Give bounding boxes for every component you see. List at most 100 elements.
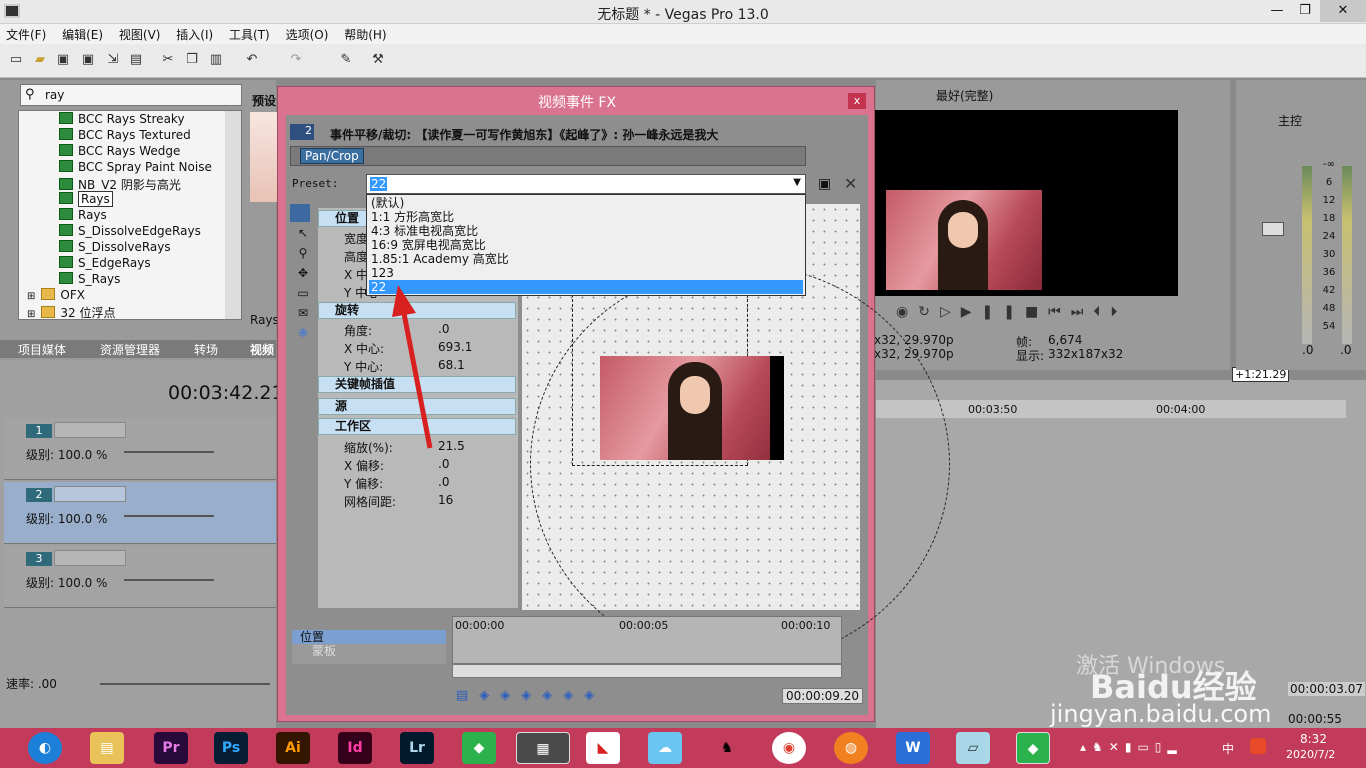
eraser-app-icon[interactable]: ▱ (956, 732, 990, 764)
red-app-icon[interactable]: ◣ (586, 732, 620, 764)
tab-project-media[interactable]: 项目媒体 (18, 341, 66, 358)
track-name-field[interactable] (54, 422, 126, 438)
green-app-2-icon[interactable]: ◆ (1016, 732, 1050, 764)
tray-time[interactable]: 8:32 (1300, 732, 1327, 746)
orange-app-icon[interactable]: ◍ (834, 732, 868, 764)
transport-controls[interactable]: ◉↻▷▶❚❚■⏮⏭⏴⏵ (896, 304, 1127, 320)
preset-option[interactable]: 1:1 方形高宽比 (369, 210, 803, 224)
preset-combobox-value[interactable]: 22 (370, 177, 388, 191)
tree-item[interactable]: NB_V2 阴影与高光 (59, 176, 181, 192)
keyframe-controls[interactable]: ▤◈◈◈◈◈◈ (456, 688, 605, 703)
tools-icon[interactable]: ⚒ (370, 52, 386, 68)
tray-icons[interactable]: ▴♞✕▮▭▯▂ (1080, 740, 1183, 754)
redo-icon[interactable]: ↷ (288, 52, 304, 68)
prop-angle-value[interactable]: .0 (438, 322, 449, 336)
save-as-icon[interactable]: ▣ (80, 52, 96, 68)
track-1[interactable]: 1 级别: 100.0 % (4, 418, 276, 480)
tree-item[interactable]: S_EdgeRays (59, 256, 151, 272)
delete-preset-icon[interactable]: ✕ (844, 174, 857, 193)
tree-item[interactable]: BCC Rays Textured (59, 128, 191, 144)
maximize-button[interactable]: ❐ (1290, 0, 1320, 22)
normal-edit-tool-icon[interactable] (290, 204, 310, 222)
close-button[interactable]: ✕ (1320, 0, 1366, 22)
pan-tool-icon[interactable]: ✥ (290, 266, 316, 286)
tree-item[interactable]: BCC Spray Paint Noise (59, 160, 212, 176)
wps-icon[interactable]: W (896, 732, 930, 764)
tab-explorer[interactable]: 资源管理器 (100, 341, 160, 358)
tree-item[interactable]: S_DissolveEdgeRays (59, 224, 201, 240)
save-icon[interactable]: ▣ (55, 52, 71, 68)
save-preset-icon[interactable]: ▣ (818, 176, 831, 192)
rate-slider[interactable] (100, 683, 270, 685)
tree-item-selected[interactable]: Rays (59, 191, 113, 208)
tree-item[interactable]: Rays (59, 208, 107, 224)
indesign-icon[interactable]: Id (338, 732, 372, 764)
tree-folder[interactable]: ⊞ OFX (27, 288, 85, 304)
open-icon[interactable]: ▰ (32, 52, 48, 68)
properties-icon[interactable]: ▤ (128, 52, 144, 68)
menu-help[interactable]: 帮助(H) (338, 24, 392, 45)
sogou-icon[interactable] (1250, 738, 1266, 754)
tree-item[interactable]: S_DissolveRays (59, 240, 171, 256)
aspect-tool-icon[interactable]: ▭ (290, 286, 316, 306)
illustrator-icon[interactable]: Ai (276, 732, 310, 764)
snap-tool-icon[interactable]: ❋ (290, 326, 316, 346)
undo-icon[interactable]: ↶ (244, 52, 260, 68)
zoom-tool-icon[interactable]: ⚲ (290, 246, 316, 266)
preset-option[interactable]: (默认) (369, 196, 803, 210)
menu-options[interactable]: 选项(O) (280, 24, 335, 45)
tree-folder[interactable]: ⊞ 32 位浮点 (27, 304, 115, 320)
tab-video-fx[interactable]: 视频 (250, 341, 274, 358)
render-icon[interactable]: ⇲ (105, 52, 121, 68)
search-box[interactable]: ⚲ ray (20, 84, 242, 106)
preview-quality[interactable]: 最好(完整) (936, 87, 993, 104)
mask-tool-icon[interactable]: ✉ (290, 306, 316, 326)
tree-item[interactable]: BCC Rays Streaky (59, 112, 185, 128)
premiere-icon[interactable]: Pr (154, 732, 188, 764)
track-3[interactable]: 3 级别: 100.0 % (4, 546, 276, 608)
prop-grid-value[interactable]: 16 (438, 493, 453, 507)
preset-option[interactable]: 4:3 标准电视高宽比 (369, 224, 803, 238)
browser-icon[interactable]: ◐ (28, 732, 62, 764)
dialog-close-button[interactable]: x (848, 93, 866, 109)
preset-option[interactable]: 16:9 宽屏电视高宽比 (369, 238, 803, 252)
track-level-slider[interactable] (124, 515, 214, 517)
tree-item[interactable]: BCC Rays Wedge (59, 144, 180, 160)
master-fader[interactable] (1262, 222, 1284, 236)
keyframe-scrollbar[interactable] (452, 664, 842, 678)
track-name-field[interactable] (54, 486, 126, 502)
prop-zoom-value[interactable]: 21.5 (438, 439, 465, 453)
qq-icon[interactable]: ♞ (710, 732, 744, 764)
prop-rot-y-value[interactable]: 68.1 (438, 358, 465, 372)
chevron-down-icon[interactable]: ▼ (793, 177, 801, 188)
preset-combobox[interactable]: 22 ▼ (366, 174, 806, 194)
new-icon[interactable]: ▭ (8, 52, 24, 68)
brush-icon[interactable]: ✎ (338, 52, 354, 68)
tab-transitions[interactable]: 转场 (194, 341, 218, 358)
select-tool-icon[interactable]: ↖ (290, 226, 316, 246)
tray-date[interactable]: 2020/7/2 (1286, 748, 1335, 761)
lightroom-icon[interactable]: Lr (400, 732, 434, 764)
expand-icon[interactable]: ⊞ (27, 309, 35, 320)
minimize-button[interactable]: — (1262, 0, 1292, 22)
preset-option[interactable]: 1.85:1 Academy 高宽比 (369, 252, 803, 266)
cut-icon[interactable]: ✂ (160, 52, 176, 68)
paste-icon[interactable]: ▥ (208, 52, 224, 68)
track-level-slider[interactable] (124, 451, 214, 453)
copy-icon[interactable]: ❐ (184, 52, 200, 68)
preset-thumbnail[interactable] (250, 112, 278, 202)
prop-rot-x-value[interactable]: 693.1 (438, 340, 472, 354)
green-app-icon[interactable]: ◆ (462, 732, 496, 764)
menu-tools[interactable]: 工具(T) (223, 24, 276, 45)
menu-view[interactable]: 视图(V) (113, 24, 167, 45)
keyframe-track-position[interactable]: 位置 (292, 630, 446, 644)
pancrop-plugin-button[interactable]: Pan/Crop (300, 148, 364, 164)
preset-option[interactable]: 123 (369, 266, 803, 280)
keyframe-track-mask[interactable]: 蒙板 (292, 644, 446, 658)
cloud-app-icon[interactable]: ☁ (648, 732, 682, 764)
photoshop-icon[interactable]: Ps (214, 732, 248, 764)
tree-item[interactable]: S_Rays (59, 272, 120, 288)
track-level-slider[interactable] (124, 579, 214, 581)
menu-edit[interactable]: 编辑(E) (56, 24, 109, 45)
keyframe-timeline[interactable]: 00:00:00 00:00:05 00:00:10 (452, 616, 842, 664)
